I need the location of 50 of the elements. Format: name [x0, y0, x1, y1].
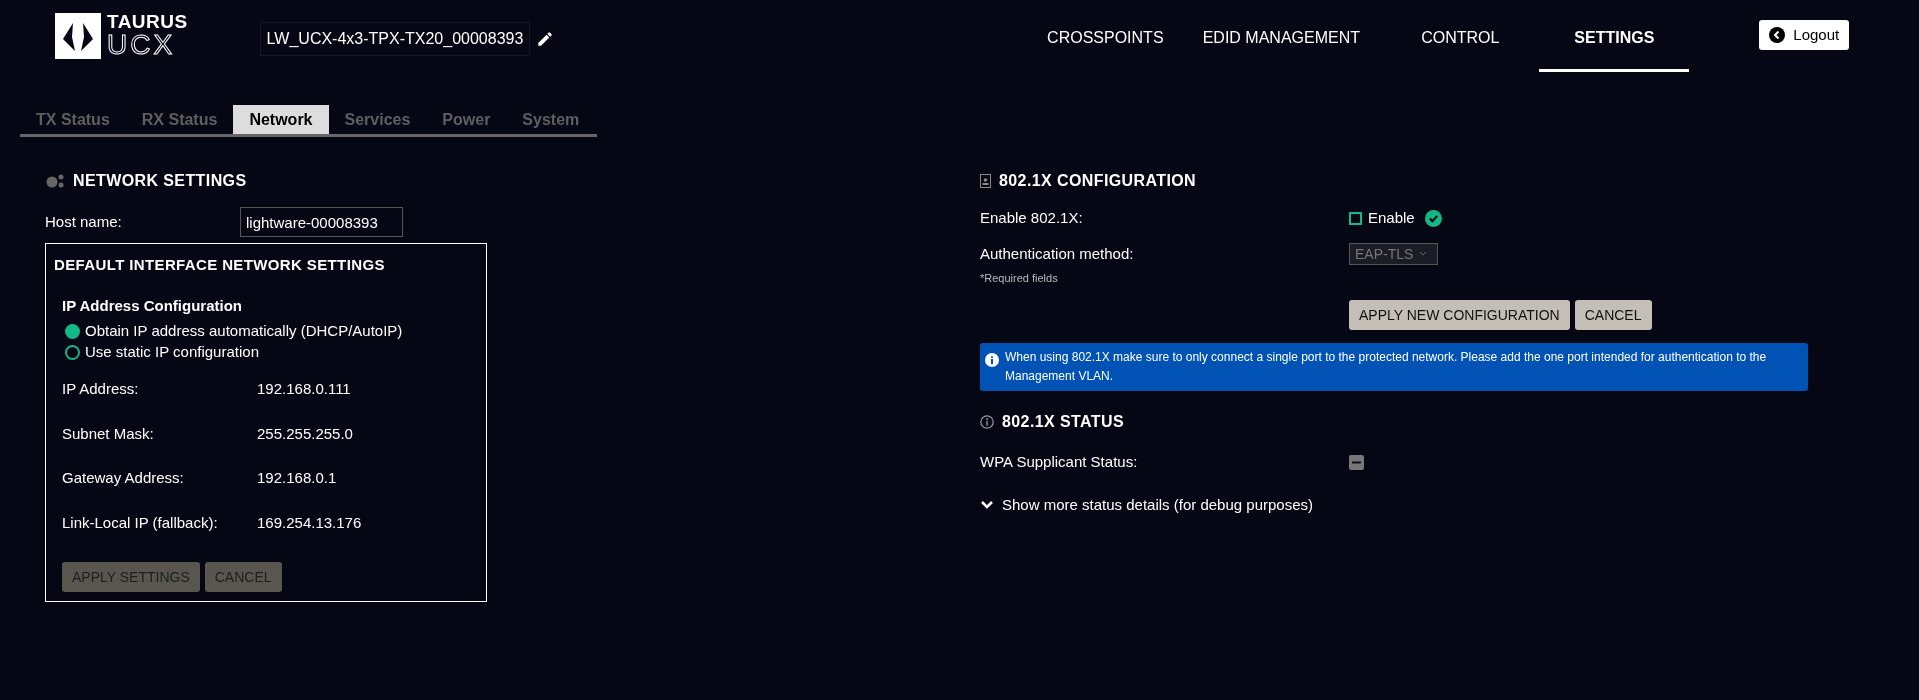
details-toggle[interactable]: Show more status details (for debug purposes) [980, 493, 1313, 516]
info-message: When using 802.1X make sure to only connect a single port to the protected network. Please add the one port intended for authentication to the Management VLAN. [1005, 349, 1768, 385]
logout-button[interactable]: Logout [1759, 20, 1850, 50]
pencil-icon[interactable] [536, 30, 555, 48]
action-button[interactable]: CANCEL [1574, 300, 1652, 330]
chevron-down-icon [980, 499, 994, 510]
info-icon [980, 415, 994, 429]
method-select[interactable]: EAP-TLS [1349, 243, 1438, 266]
field-label: Host name: [45, 211, 123, 232]
field-label: IP Address: [62, 379, 140, 399]
info-icon [985, 353, 999, 367]
checkbox[interactable] [1349, 211, 1362, 225]
field-value: 192.168.0.1 [257, 468, 337, 488]
field-label: Authentication method: [980, 244, 1135, 264]
logo-text: UCX [107, 31, 177, 59]
radio-button[interactable] [65, 345, 80, 360]
caret-icon [1419, 251, 1428, 258]
field-label: Subnet Mask: [62, 423, 155, 444]
section-title: NETWORK SETTINGS [73, 171, 247, 191]
section-title: 802.1X STATUS [1002, 412, 1124, 432]
field-label: Gateway Address: [62, 468, 185, 488]
chevron-left-icon [1769, 27, 1786, 43]
logo-text: TAURUS [107, 12, 188, 31]
host-name-field[interactable]: lightware-00008393 [240, 207, 403, 237]
radio-label: Obtain IP address automatically (DHCP/AutoIP) [85, 321, 403, 342]
nav-link[interactable]: EDID MANAGEMENT [1181, 0, 1382, 72]
logo-icon [55, 12, 101, 59]
tab[interactable]: Network [233, 105, 329, 134]
nav-link[interactable]: CONTROL [1381, 0, 1540, 72]
gears-icon [45, 173, 65, 189]
section-title: 802.1X CONFIGURATION [999, 171, 1197, 191]
field-label: WPA Supplicant Status: [980, 452, 1139, 472]
check-circle-icon [1424, 209, 1442, 227]
minus-square-icon [1349, 454, 1364, 470]
device-name: LW_UCX-4x3-TPX-TX20_00008393 [259, 22, 531, 56]
panel-title: DEFAULT INTERFACE NETWORK SETTINGS [54, 255, 386, 275]
field-value: 169.254.13.176 [257, 512, 362, 533]
checkbox-label: Enable [1368, 207, 1415, 228]
required-note: *Required fields [980, 270, 1059, 286]
field-value: 255.255.255.0 [257, 423, 353, 444]
radio-label: Use static IP configuration [85, 342, 259, 363]
id-card-icon [980, 174, 991, 188]
group-title: IP Address Configuration [62, 295, 243, 316]
radio-button[interactable] [65, 324, 80, 339]
nav-link[interactable]: CROSSPOINTS [1029, 0, 1182, 72]
action-button[interactable]: APPLY NEW CONFIGURATION [1349, 300, 1570, 330]
field-value: 192.168.0.111 [257, 379, 351, 399]
field-label: Link-Local IP (fallback): [62, 512, 219, 533]
field-label: Enable 802.1X: [980, 207, 1084, 228]
nav-link[interactable]: SETTINGS [1539, 0, 1690, 72]
